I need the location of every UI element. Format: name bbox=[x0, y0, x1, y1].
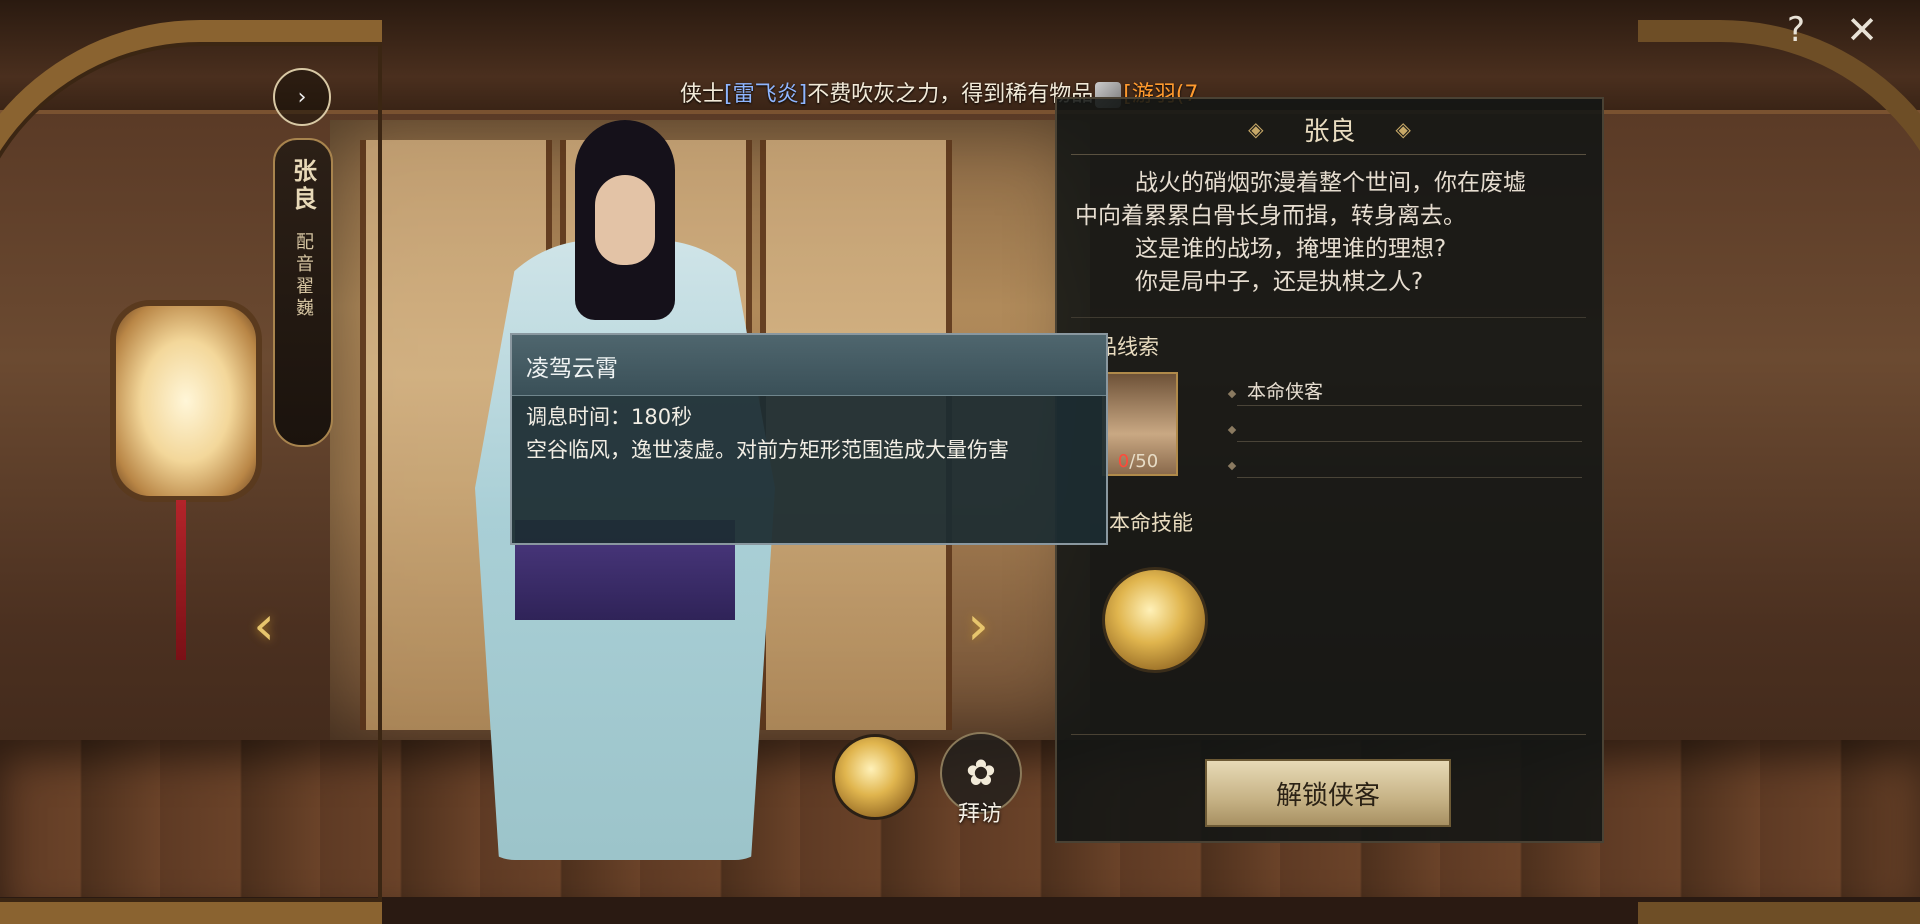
broadcast-player: [雷飞炎] bbox=[724, 82, 808, 107]
prev-character-arrow[interactable]: ‹ bbox=[244, 594, 284, 657]
character-name-banner: 张良 配音翟巍 bbox=[273, 138, 333, 447]
innate-skill-icon[interactable] bbox=[1102, 567, 1208, 673]
clue-underline bbox=[1237, 405, 1582, 406]
character-info-panel: ◈ 张良 ◈ 战火的硝烟弥漫着整个世间，你在废墟 中向着累累白骨长身而揖，转身离… bbox=[1055, 97, 1604, 843]
unlock-hero-button[interactable]: 解锁侠客 bbox=[1205, 759, 1451, 827]
story-line: 你是局中子，还是执棋之人? bbox=[1135, 269, 1424, 295]
flower-icon: ✿ bbox=[965, 752, 997, 794]
help-button[interactable]: ? bbox=[1776, 10, 1816, 50]
next-character-arrow[interactable]: › bbox=[958, 594, 998, 657]
character-story: 战火的硝烟弥漫着整个世间，你在废墟 中向着累累白骨长身而揖，转身离去。 这是谁的… bbox=[1075, 167, 1590, 299]
divider bbox=[1071, 317, 1586, 318]
diamond-ornament-icon: ◈ bbox=[1395, 117, 1411, 141]
close-button[interactable]: ✕ bbox=[1842, 8, 1882, 52]
clue-count-total: /50 bbox=[1129, 451, 1159, 472]
bullet-icon bbox=[1227, 389, 1237, 399]
tooltip-description: 空谷临风，逸世凌虚。对前方矩形范围造成大量伤害 bbox=[526, 438, 1009, 462]
story-line: 这是谁的战场，掩埋谁的理想? bbox=[1135, 236, 1447, 262]
character-face bbox=[595, 175, 655, 265]
expand-menu-button[interactable]: › bbox=[273, 68, 331, 126]
divider bbox=[1071, 154, 1586, 155]
clue-row: 本命侠客 bbox=[1227, 377, 1582, 407]
clue-underline bbox=[1237, 441, 1582, 442]
voice-actor: 配音翟巍 bbox=[293, 232, 314, 320]
tooltip-body: 调息时间：180秒 空谷临风，逸世凌虚。对前方矩形范围造成大量伤害 bbox=[526, 401, 1086, 467]
lantern-tassel bbox=[176, 500, 186, 660]
tooltip-cooldown: 调息时间：180秒 bbox=[526, 405, 693, 429]
skill-tooltip: 凌驾云霄 调息时间：180秒 空谷临风，逸世凌虚。对前方矩形范围造成大量伤害 bbox=[510, 333, 1108, 545]
panel-title: 张良 bbox=[1303, 116, 1356, 147]
tooltip-title: 凌驾云霄 bbox=[526, 356, 618, 382]
visit-label: 拜访 bbox=[957, 802, 1002, 827]
clue-row bbox=[1227, 413, 1582, 443]
clue-underline bbox=[1237, 477, 1582, 478]
clue-count: 0/50 bbox=[1103, 451, 1173, 472]
panel-title-row: ◈ 张良 ◈ bbox=[1057, 109, 1602, 149]
diamond-ornament-icon: ◈ bbox=[1248, 117, 1264, 141]
bullet-icon bbox=[1227, 461, 1237, 471]
bullet-icon bbox=[1227, 425, 1237, 435]
lantern bbox=[110, 300, 262, 502]
story-line: 战火的硝烟弥漫着整个世间，你在废墟 bbox=[1135, 170, 1526, 196]
clue-row bbox=[1227, 449, 1582, 479]
ornate-arch-right bbox=[1638, 20, 1920, 924]
character-skill-button[interactable] bbox=[832, 734, 918, 820]
broadcast-prefix: 侠士 bbox=[680, 82, 725, 107]
story-line: 中向着累累白骨长身而揖，转身离去。 bbox=[1075, 203, 1466, 229]
tooltip-header: 凌驾云霄 bbox=[512, 335, 1106, 396]
divider bbox=[1071, 734, 1586, 735]
broadcast-text: 不费吹灰之力，得到稀有物品 bbox=[807, 82, 1094, 107]
clue-text: 本命侠客 bbox=[1247, 381, 1324, 403]
skill-section-label: 本命技能 bbox=[1109, 511, 1193, 535]
clue-count-current: 0 bbox=[1117, 451, 1130, 472]
character-name: 张良 bbox=[288, 158, 317, 214]
